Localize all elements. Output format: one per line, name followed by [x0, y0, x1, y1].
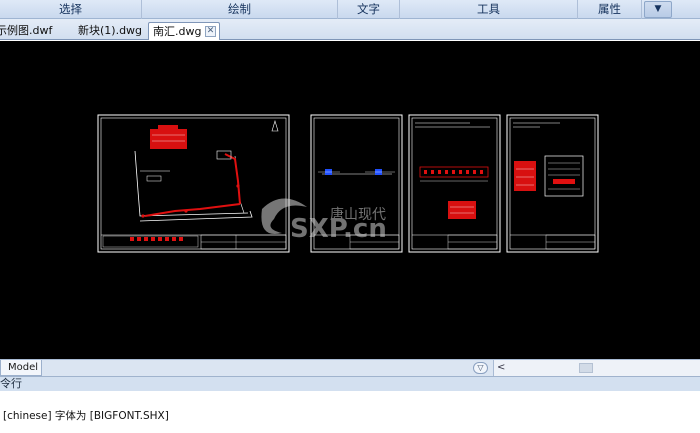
document-tab-bar: 示例图.dwf 新块(1).dwg 南汇.dwg ✕	[0, 19, 700, 40]
chevron-down-icon: ▼	[654, 4, 662, 14]
sheet-site-plan[interactable]	[97, 114, 290, 253]
watermark-cn: 唐山现代	[330, 206, 386, 223]
ribbon-dropdown-button[interactable]: ▼	[644, 1, 672, 18]
close-icon[interactable]: ✕	[205, 26, 216, 37]
scroll-left-arrow[interactable]: <	[497, 360, 505, 375]
command-window[interactable]: [chinese] 字体为 [BIGFONT.SHX]	[0, 391, 700, 433]
drawing-sheets: SXP.cn 唐山现代	[97, 114, 599, 253]
tab-nanhui-dwg[interactable]: 南汇.dwg ✕	[148, 22, 220, 40]
tab-example-dwf[interactable]: 示例图.dwf	[0, 22, 72, 40]
ribbon-group-text[interactable]: 文字	[338, 0, 400, 19]
scrollbar-thumb[interactable]	[579, 363, 593, 373]
ribbon-group-properties[interactable]: 属性	[578, 0, 642, 19]
ribbon-group-bar: 选择 绘制 文字 工具 属性 ▼	[0, 0, 700, 19]
command-window-title: 令行	[0, 377, 22, 390]
drawing-canvas[interactable]: SXP.cn 唐山现代	[0, 41, 700, 359]
sheet-equipment[interactable]	[408, 114, 501, 253]
tab-model[interactable]: Model	[0, 360, 42, 376]
ribbon-group-select[interactable]: 选择	[0, 0, 142, 19]
ribbon-group-draw[interactable]: 绘制	[142, 0, 338, 19]
command-history-line: [chinese] 字体为 [BIGFONT.SHX]	[3, 410, 169, 422]
ribbon-group-tools[interactable]: 工具	[400, 0, 578, 19]
tab-new-block-dwg[interactable]: 新块(1).dwg	[74, 22, 146, 40]
horizontal-scrollbar[interactable]: <	[493, 360, 700, 376]
command-window-header: 令行	[0, 376, 700, 391]
layout-tab-strip: Model ▽ <	[0, 359, 700, 376]
tab-label: 南汇.dwg	[153, 25, 202, 38]
chevron-down-icon[interactable]: ▽	[473, 362, 488, 374]
sheet-detail[interactable]	[506, 114, 599, 253]
